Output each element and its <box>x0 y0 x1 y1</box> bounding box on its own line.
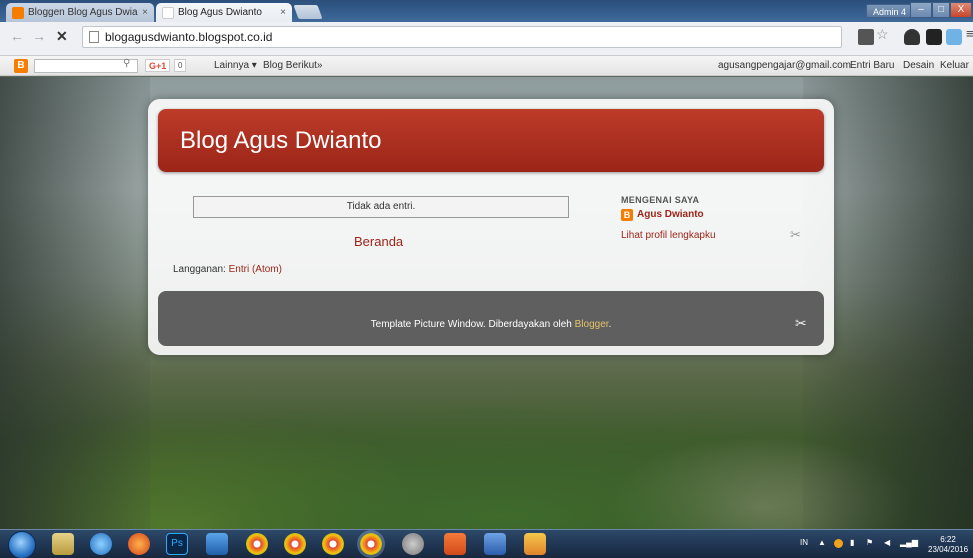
menu-icon[interactable]: ≡ <box>966 26 973 42</box>
minimize-button[interactable]: – <box>910 2 932 18</box>
settings-gear-icon[interactable] <box>402 533 424 555</box>
next-blog-link[interactable]: Blog Berikut» <box>263 60 322 71</box>
new-tab-button[interactable] <box>293 5 323 19</box>
close-icon[interactable]: × <box>142 7 148 18</box>
forward-arrow-icon[interactable]: → <box>32 28 46 44</box>
sign-out-link[interactable]: Keluar <box>940 60 969 71</box>
chrome-icon[interactable] <box>360 533 382 555</box>
chrome-icon[interactable] <box>322 533 344 555</box>
back-arrow-icon[interactable]: ← <box>10 28 24 44</box>
tab-bloggen[interactable]: Bloggen Blog Agus Dwian × <box>6 3 154 22</box>
loading-icon <box>162 6 174 19</box>
gplus-count: 0 <box>174 59 187 72</box>
star-icon[interactable]: ☆ <box>876 26 892 42</box>
blogger-logo-icon[interactable]: B <box>14 59 28 73</box>
photoshop-icon[interactable]: Ps <box>166 533 188 555</box>
footer-attribution: Template Picture Window. Diberdayakan ol… <box>158 319 824 330</box>
firefox-icon[interactable] <box>128 533 150 555</box>
subscribe-line: Langganan: Entri (Atom) <box>173 264 282 275</box>
author-name-link[interactable]: Agus Dwianto <box>637 209 704 220</box>
tab-title: Bloggen Blog Agus Dwian <box>28 7 139 18</box>
office-app-icon[interactable] <box>444 533 466 555</box>
address-bar[interactable]: blogagusdwianto.blogspot.co.id <box>82 26 842 48</box>
signal-icon[interactable]: ▂▄▆ <box>900 538 918 547</box>
language-indicator[interactable]: IN <box>800 538 808 547</box>
blog-window: Blog Agus Dwianto Tidak ada entri. Beran… <box>148 99 834 355</box>
blog-footer: Template Picture Window. Diberdayakan ol… <box>158 291 824 346</box>
clock-date: 23/04/2016 <box>928 545 969 554</box>
blog-header: Blog Agus Dwianto <box>158 109 824 172</box>
clock-time: 6:22 <box>940 535 956 544</box>
page-icon <box>89 31 99 43</box>
show-hidden-icons[interactable]: ▲ <box>818 538 826 547</box>
stop-icon[interactable]: ✕ <box>56 28 68 45</box>
chrome-icon[interactable] <box>284 533 306 555</box>
footer-period: . <box>608 319 612 330</box>
wrench-icon[interactable]: ✂ <box>795 315 807 332</box>
new-post-link[interactable]: Entri Baru <box>850 60 894 71</box>
tab-title: Blog Agus Dwianto <box>178 7 262 18</box>
extension-icon[interactable] <box>904 29 920 45</box>
extension-icon[interactable] <box>926 29 942 45</box>
media-player-icon[interactable] <box>206 533 228 555</box>
word-icon[interactable] <box>484 533 506 555</box>
wrench-icon[interactable]: ✂ <box>790 227 801 243</box>
paint-icon[interactable] <box>524 533 546 555</box>
profile-badge[interactable]: Admin 4 <box>866 4 914 18</box>
gplus-button[interactable]: G+1 <box>145 59 171 72</box>
tray-app-icon[interactable] <box>834 539 843 548</box>
translate-icon[interactable] <box>858 29 874 45</box>
explorer-icon[interactable] <box>52 533 74 555</box>
blogger-icon <box>12 6 24 19</box>
ie-icon[interactable] <box>90 533 112 555</box>
view-profile-link[interactable]: Lihat profil lengkapku <box>621 230 716 241</box>
blogger-profile-icon: B <box>621 209 633 221</box>
browser-titlebar: Bloggen Blog Agus Dwian × Blog Agus Dwia… <box>0 0 973 22</box>
taskbar: Ps IN ▲ ▮ ⚑ ◀ ▂▄▆ 6:22 23/04/2016 <box>0 529 973 558</box>
subscribe-label: Langganan: <box>173 264 229 275</box>
home-link[interactable]: Beranda <box>354 234 403 249</box>
close-window-button[interactable]: X <box>950 2 972 18</box>
design-link[interactable]: Desain <box>903 60 934 71</box>
blogger-link[interactable]: Blogger <box>575 319 609 330</box>
no-posts-message: Tidak ada entri. <box>193 196 569 218</box>
tab-blog-agus[interactable]: Blog Agus Dwianto × <box>156 3 292 22</box>
about-me-title: MENGENAI SAYA <box>621 195 700 205</box>
blog-title[interactable]: Blog Agus Dwianto <box>180 127 381 155</box>
browser-toolbar: ← → ✕ blogagusdwianto.blogspot.co.id ☆ ≡ <box>0 22 973 56</box>
blogger-navbar: B ⚲ G+1 0 Lainnya ▾ Blog Berikut» agusan… <box>0 56 973 76</box>
tray-app-icon[interactable]: ▮ <box>850 538 854 547</box>
url-text: blogagusdwianto.blogspot.co.id <box>105 30 273 44</box>
footer-text: Template Picture Window. Diberdayakan ol… <box>370 319 575 330</box>
trees-left <box>0 77 150 529</box>
close-icon[interactable]: × <box>280 7 286 18</box>
maximize-button[interactable]: □ <box>932 2 950 18</box>
action-center-flag-icon[interactable]: ⚑ <box>866 538 873 547</box>
extension-icon[interactable] <box>946 29 962 45</box>
start-button[interactable] <box>8 531 36 558</box>
chrome-icon[interactable] <box>246 533 268 555</box>
more-menu[interactable]: Lainnya ▾ <box>214 60 257 71</box>
search-icon[interactable]: ⚲ <box>123 58 130 69</box>
account-email[interactable]: agusangpengajar@gmail.com <box>718 60 851 71</box>
atom-feed-link[interactable]: Entri (Atom) <box>229 264 282 275</box>
volume-icon[interactable]: ◀ <box>884 538 890 547</box>
system-clock[interactable]: 6:22 23/04/2016 <box>928 535 968 555</box>
